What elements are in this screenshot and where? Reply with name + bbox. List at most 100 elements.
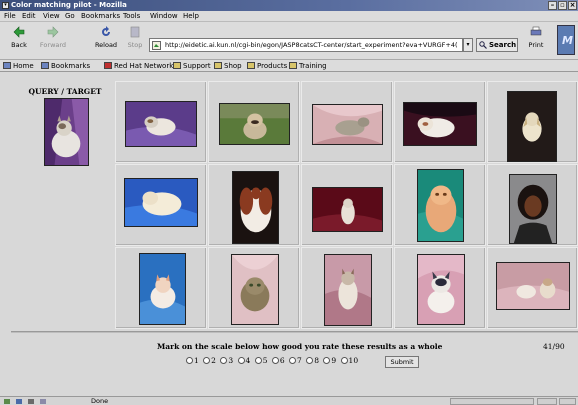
page-favicon-icon (152, 41, 161, 50)
radio-9[interactable] (323, 357, 331, 364)
forward-label: Forward (39, 41, 67, 49)
window-title: Color matching pilot - Mozilla (11, 1, 127, 9)
rating-option-6[interactable]: 6 (271, 356, 285, 365)
mozilla-logo: M (557, 25, 575, 55)
rating-option-5[interactable]: 5 (254, 356, 267, 365)
result-cell-12[interactable] (208, 247, 300, 329)
bookmark-products[interactable]: Products (247, 62, 287, 70)
result-image-9 (417, 169, 464, 242)
maximize-icon[interactable]: ▫ (558, 1, 567, 10)
result-image-14 (417, 254, 465, 325)
url-text: http://eidetic.ai.kun.nl/cgi-bin/egon/JA… (165, 41, 458, 49)
bookmark-training[interactable]: Training (289, 62, 327, 70)
rating-option-3[interactable]: 3 (220, 356, 233, 365)
query-target-cell: QUERY / TARGET (16, 82, 114, 172)
result-cell-3[interactable] (301, 81, 393, 163)
submit-button[interactable]: Submit (385, 356, 419, 368)
query-image (44, 98, 89, 166)
result-image-12 (231, 254, 279, 325)
result-cell-9[interactable] (394, 164, 486, 246)
menu-bookmarks[interactable]: Bookmarks (81, 12, 120, 20)
bookmark-home[interactable]: Home (3, 62, 34, 70)
search-label: Search (489, 41, 517, 49)
result-image-7 (232, 171, 279, 244)
query-title: QUERY / TARGET (28, 87, 102, 96)
reload-button[interactable]: Reload (91, 24, 121, 56)
divider (11, 331, 578, 333)
result-cell-14[interactable] (394, 247, 486, 329)
menu-tools[interactable]: Tools (123, 12, 140, 20)
radio-10[interactable] (340, 357, 348, 364)
result-cell-8[interactable] (301, 164, 393, 246)
rating-option-4[interactable]: 4 (237, 356, 250, 365)
menu-help[interactable]: Help (183, 12, 199, 20)
back-button[interactable]: Back (4, 24, 34, 56)
result-image-11 (139, 253, 186, 325)
bookmark-support[interactable]: Support (173, 62, 211, 70)
rating-option-1[interactable]: 1 (186, 356, 199, 365)
close-icon[interactable]: × (568, 1, 577, 10)
rating-scale: 1 2 3 4 5 6 7 8 9 10 (186, 356, 360, 365)
rating-option-9[interactable]: 9 (323, 356, 336, 365)
result-cell-13[interactable] (301, 247, 393, 329)
result-cell-1[interactable] (115, 81, 207, 163)
personal-toolbar: Home Bookmarks Red Hat Network Support S… (0, 60, 578, 72)
stop-button[interactable]: Stop (120, 24, 150, 56)
page-content: QUERY / TARGET Mark on the scale below h… (11, 80, 578, 393)
result-cell-11[interactable] (115, 247, 207, 329)
redhat-icon (104, 62, 112, 69)
result-image-15 (496, 262, 570, 310)
result-image-5 (507, 91, 557, 162)
radio-3[interactable] (220, 357, 228, 364)
menu-view[interactable]: View (43, 12, 60, 20)
rating-option-10[interactable]: 10 (340, 356, 358, 365)
stop-label: Stop (127, 41, 143, 49)
menu-edit[interactable]: Edit (22, 12, 36, 20)
status-bar: Done (0, 396, 578, 405)
radio-2[interactable] (203, 357, 211, 364)
search-button[interactable]: Search (476, 38, 518, 52)
result-cell-5[interactable] (487, 81, 578, 163)
result-image-6 (124, 178, 198, 227)
rating-option-7[interactable]: 7 (289, 356, 302, 365)
radio-4[interactable] (237, 357, 245, 364)
menu-file[interactable]: File (4, 12, 16, 20)
result-cell-4[interactable] (394, 81, 486, 163)
bookmarks-icon (41, 62, 49, 69)
result-image-4 (403, 102, 477, 146)
search-icon (479, 41, 487, 49)
bookmark-shop[interactable]: Shop (214, 62, 242, 70)
result-cell-10[interactable] (487, 164, 578, 246)
result-image-10 (509, 174, 557, 244)
menu-go[interactable]: Go (65, 12, 75, 20)
rating-option-2[interactable]: 2 (203, 356, 216, 365)
forward-button[interactable]: Forward (36, 24, 70, 56)
bookmark-red-hat-network[interactable]: Red Hat Network (104, 62, 173, 70)
rating-option-8[interactable]: 8 (306, 356, 319, 365)
url-input[interactable]: http://eidetic.ai.kun.nl/cgi-bin/egon/JA… (149, 38, 463, 52)
window-menu-icon[interactable]: ▾ (2, 2, 9, 9)
result-cell-15[interactable] (487, 247, 578, 329)
result-image-1 (125, 101, 197, 147)
print-button[interactable]: Print (522, 24, 550, 56)
chevron-down-icon: ▾ (466, 41, 470, 48)
result-cell-7[interactable] (208, 164, 300, 246)
status-text: Done (91, 397, 109, 405)
reload-icon (102, 26, 110, 36)
radio-8[interactable] (306, 357, 314, 364)
menu-window[interactable]: Window (150, 12, 178, 20)
minimize-icon[interactable]: – (548, 1, 557, 10)
trial-counter: 41/90 (543, 342, 565, 351)
result-cell-2[interactable] (208, 81, 300, 163)
radio-7[interactable] (289, 357, 297, 364)
radio-6[interactable] (271, 357, 279, 364)
radio-5[interactable] (254, 357, 262, 364)
result-image-2 (219, 103, 290, 145)
url-history-dropdown[interactable]: ▾ (463, 38, 473, 52)
result-cell-6[interactable] (115, 164, 207, 246)
component-bar-icons[interactable] (2, 398, 77, 405)
radio-1[interactable] (186, 357, 193, 364)
result-image-8 (312, 187, 383, 232)
folder-icon (289, 62, 297, 69)
bookmark-bookmarks[interactable]: Bookmarks (41, 62, 90, 70)
